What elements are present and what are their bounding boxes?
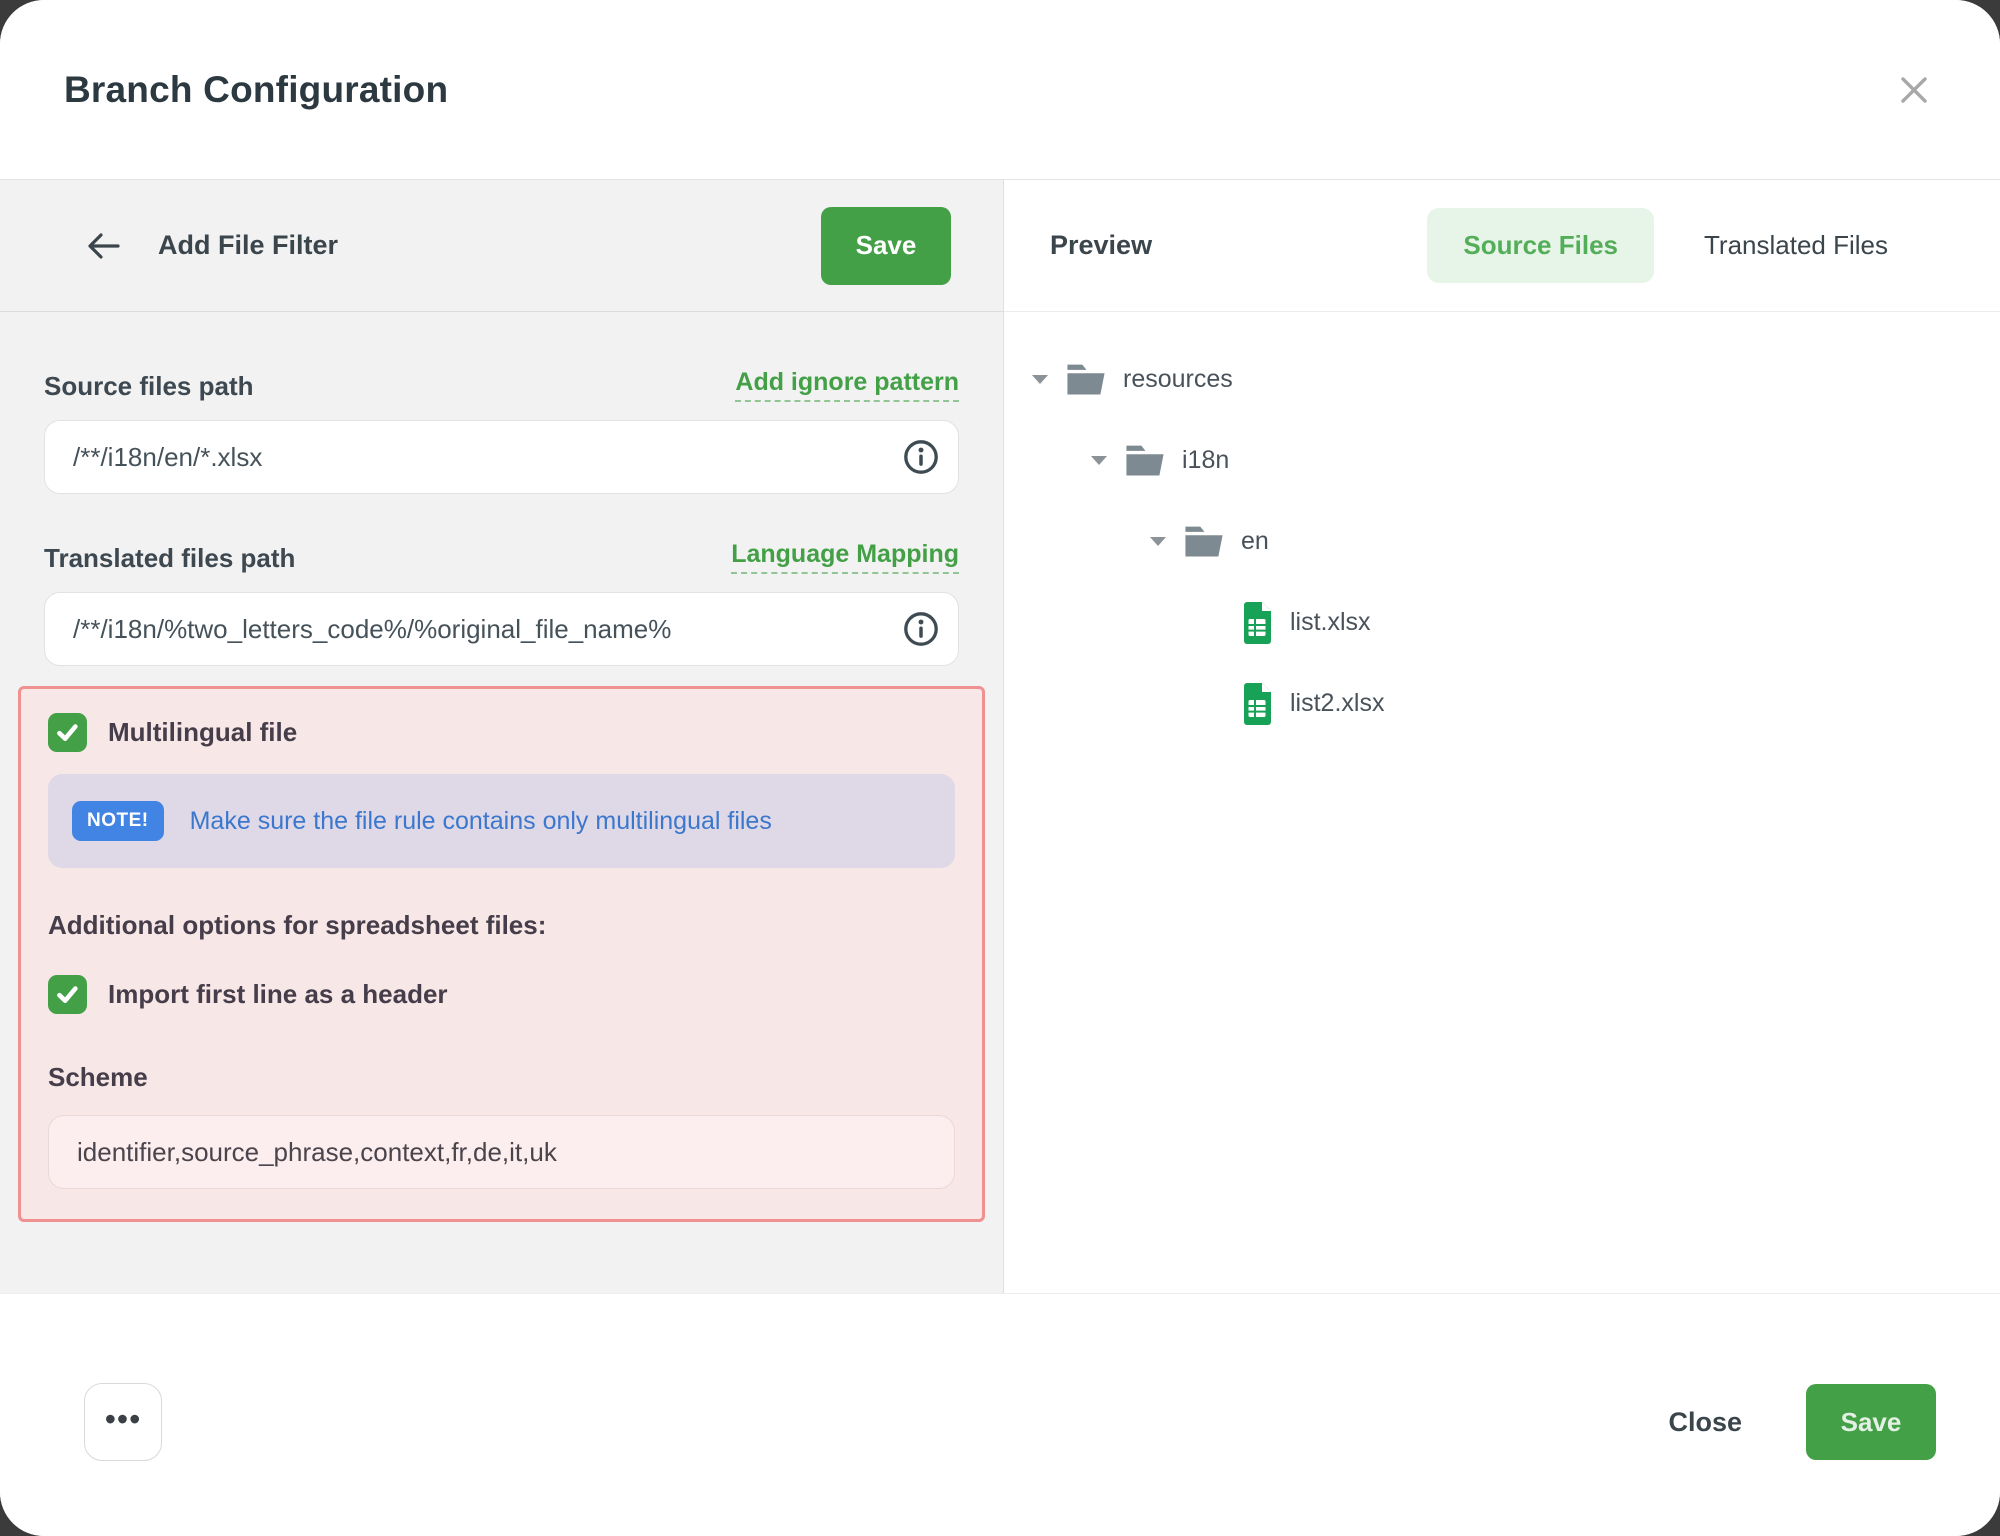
close-button[interactable]: Close [1668,1407,1742,1438]
tree-row-en[interactable]: en [1029,501,2000,582]
note-box: NOTE! Make sure the file rule contains o… [48,774,955,868]
language-mapping-link[interactable]: Language Mapping [731,540,959,574]
spreadsheet-file-icon [1242,683,1273,725]
folder-icon [1183,525,1225,559]
spreadsheet-options-label: Additional options for spreadsheet files… [48,910,955,941]
multilingual-checkbox-label: Multilingual file [108,717,297,748]
file-filter-panel: Add File Filter Save Source files path A… [0,180,1004,1293]
folder-icon [1124,444,1166,478]
back-arrow-icon[interactable] [84,228,124,264]
multilingual-checkbox-row: Multilingual file [48,713,955,752]
dialog-title-bar: Branch Configuration [0,0,2000,180]
import-header-checkbox-label: Import first line as a header [108,979,448,1010]
close-icon[interactable] [1892,68,1936,112]
preview-panel: Preview Source Files Translated Files re… [1004,180,2000,1293]
multilingual-checkbox[interactable] [48,713,87,752]
dialog-body: Add File Filter Save Source files path A… [0,180,2000,1293]
spreadsheet-file-icon [1242,602,1273,644]
translated-path-input-wrap [44,592,959,666]
note-text: Make sure the file rule contains only mu… [190,807,772,836]
file-filter-form: Source files path Add ignore pattern Tr [0,312,1003,1222]
chevron-down-icon[interactable] [1029,375,1051,384]
dialog-title: Branch Configuration [64,69,448,111]
import-header-checkbox-row: Import first line as a header [48,975,955,1014]
translated-path-input[interactable] [44,592,959,666]
import-header-checkbox[interactable] [48,975,87,1014]
source-path-input-wrap [44,420,959,494]
scheme-input[interactable] [48,1115,955,1189]
translated-path-label: Translated files path [44,543,295,574]
tree-label: list.xlsx [1290,608,1371,637]
file-filter-header: Add File Filter Save [0,180,1003,312]
add-ignore-pattern-link[interactable]: Add ignore pattern [735,368,959,402]
tree-label: i18n [1182,446,1229,475]
source-path-row: Source files path Add ignore pattern [44,368,959,402]
preview-title: Preview [1050,230,1152,261]
multilingual-options-section: Multilingual file NOTE! Make sure the fi… [18,686,985,1222]
tree-row-resources[interactable]: resources [1029,339,2000,420]
tree-row-i18n[interactable]: i18n [1029,420,2000,501]
chevron-down-icon[interactable] [1147,537,1169,546]
tree-row-list-xlsx[interactable]: list.xlsx [1029,582,2000,663]
save-button-label: Save [1841,1407,1902,1438]
tree-label: list2.xlsx [1290,689,1384,718]
dialog-save-button[interactable]: Save [1806,1384,1936,1460]
chevron-down-icon[interactable] [1088,456,1110,465]
preview-header: Preview Source Files Translated Files [1004,180,2000,312]
info-icon[interactable] [901,437,941,477]
scheme-label: Scheme [48,1062,955,1093]
tree-label: en [1241,527,1269,556]
note-badge: NOTE! [72,801,164,841]
filter-save-button[interactable]: Save [821,207,951,285]
tree-row-list2-xlsx[interactable]: list2.xlsx [1029,663,2000,744]
source-path-label: Source files path [44,371,254,402]
tab-translated-files[interactable]: Translated Files [1668,208,1924,283]
source-path-input[interactable] [44,420,959,494]
dialog-footer: ••• Close Save [0,1293,2000,1536]
more-options-button[interactable]: ••• [84,1383,162,1461]
branch-configuration-dialog: Branch Configuration Add File Filter [0,0,2000,1536]
panel-title: Add File Filter [158,230,338,261]
tab-source-files[interactable]: Source Files [1427,208,1654,283]
folder-icon [1065,363,1107,397]
tree-label: resources [1123,365,1233,394]
translated-path-row: Translated files path Language Mapping [44,540,959,574]
file-tree: resources i18n en [1004,312,2000,744]
info-icon[interactable] [901,609,941,649]
